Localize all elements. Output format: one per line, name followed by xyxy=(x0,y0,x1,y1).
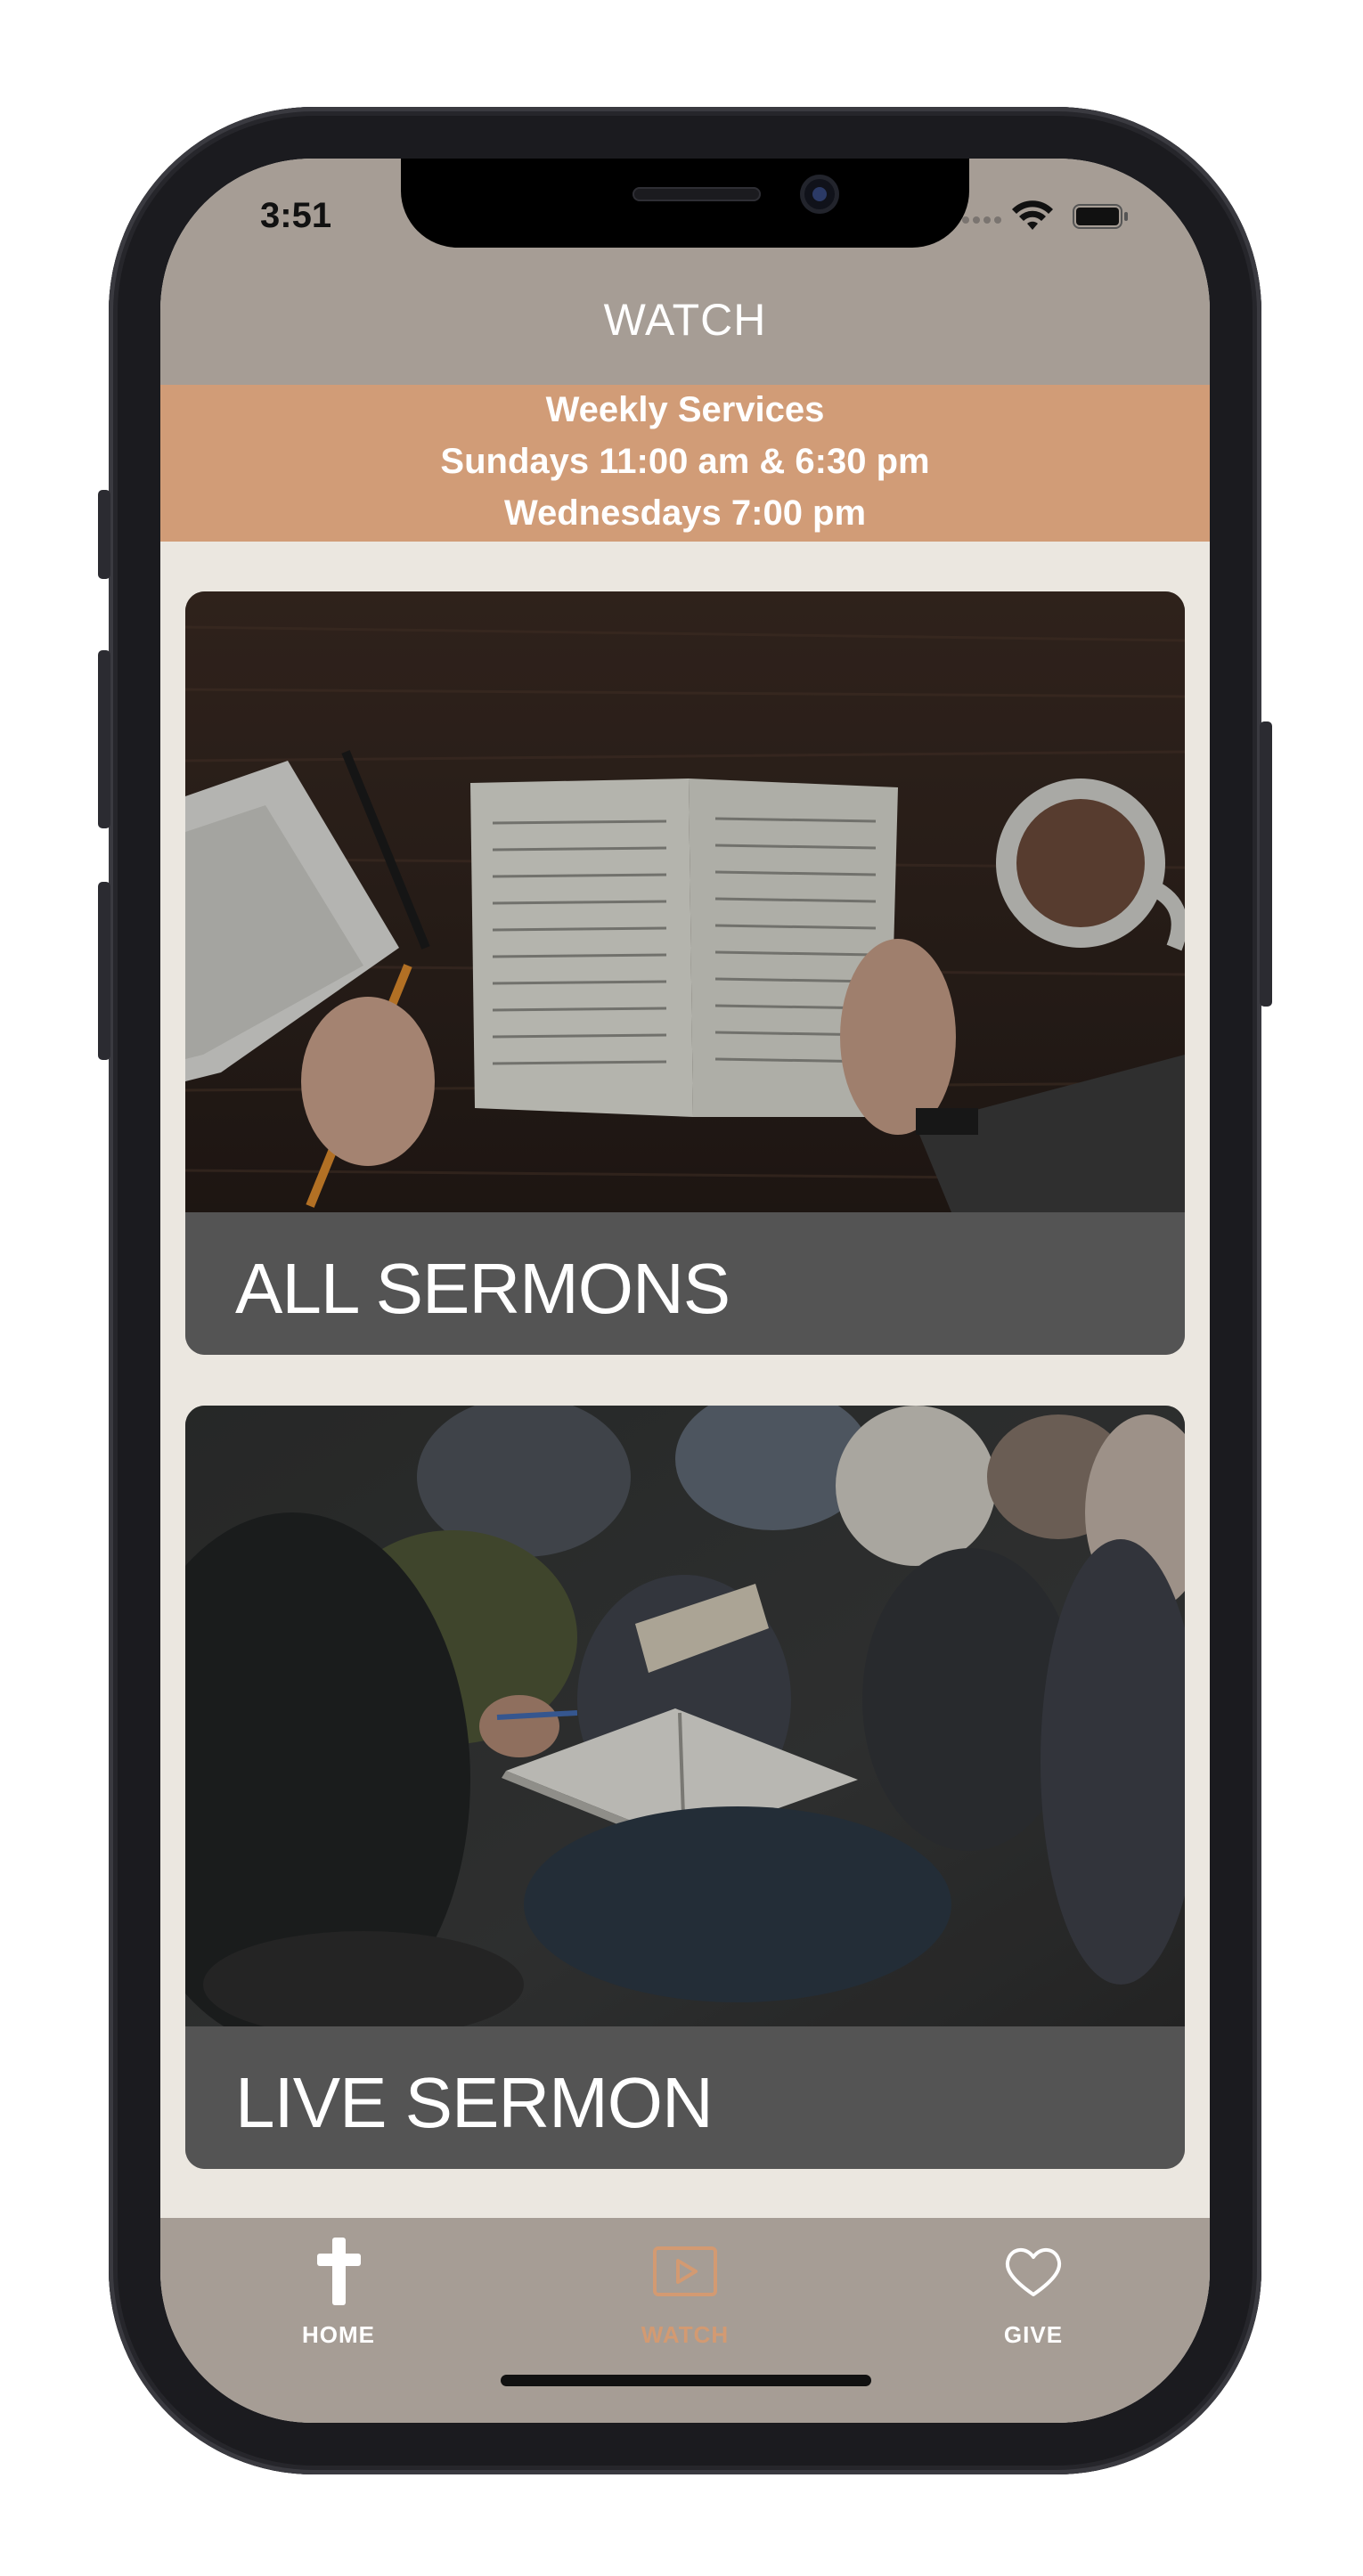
heart-icon xyxy=(1005,2248,1062,2296)
battery-icon xyxy=(1073,204,1128,229)
tab-bar: HOME WATCH GIVE xyxy=(160,2218,1210,2423)
volume-down-button xyxy=(98,882,110,1060)
front-camera xyxy=(800,175,839,214)
tab-watch[interactable]: WATCH xyxy=(596,2236,774,2360)
card-label-bar: LIVE SERMON xyxy=(185,2026,1185,2169)
live-sermon-card[interactable]: LIVE SERMON xyxy=(185,1406,1185,2169)
live-sermon-label: LIVE SERMON xyxy=(235,2063,714,2142)
congregation-photo xyxy=(185,1406,1185,2026)
status-icons xyxy=(962,200,1158,235)
home-indicator[interactable] xyxy=(501,2375,871,2386)
status-time: 3:51 xyxy=(260,196,332,235)
bible-study-photo xyxy=(185,591,1185,1212)
weekly-services-banner: Weekly Services Sundays 11:00 am & 6:30 … xyxy=(160,385,1210,542)
sunday-times: Sundays 11:00 am & 6:30 pm xyxy=(440,442,930,481)
all-sermons-card[interactable]: ALL SERMONS xyxy=(185,591,1185,1355)
tab-home[interactable]: HOME xyxy=(249,2236,428,2360)
wednesday-times: Wednesdays 7:00 pm xyxy=(503,493,867,533)
volume-up-button xyxy=(98,650,110,828)
device-notch xyxy=(401,159,969,248)
card-label-bar: ALL SERMONS xyxy=(185,1212,1185,1355)
tab-give-label: GIVE xyxy=(1003,2321,1064,2348)
tab-give[interactable]: GIVE xyxy=(944,2236,1122,2360)
app-screen: 3:51 WATCH Weekly Services Sundays 11:00… xyxy=(160,159,1210,2423)
speaker-grille xyxy=(633,187,761,201)
power-button xyxy=(1260,721,1272,1007)
tab-home-label: HOME xyxy=(302,2321,375,2348)
wifi-icon xyxy=(1012,200,1053,230)
tab-watch-label: WATCH xyxy=(641,2321,730,2348)
services-heading: Weekly Services xyxy=(545,390,825,429)
silent-switch xyxy=(98,490,110,579)
cross-icon xyxy=(317,2238,361,2305)
cellular-icon xyxy=(962,212,1005,228)
page-title: WATCH xyxy=(603,295,767,345)
play-icon xyxy=(653,2246,717,2296)
all-sermons-label: ALL SERMONS xyxy=(235,1249,730,1328)
